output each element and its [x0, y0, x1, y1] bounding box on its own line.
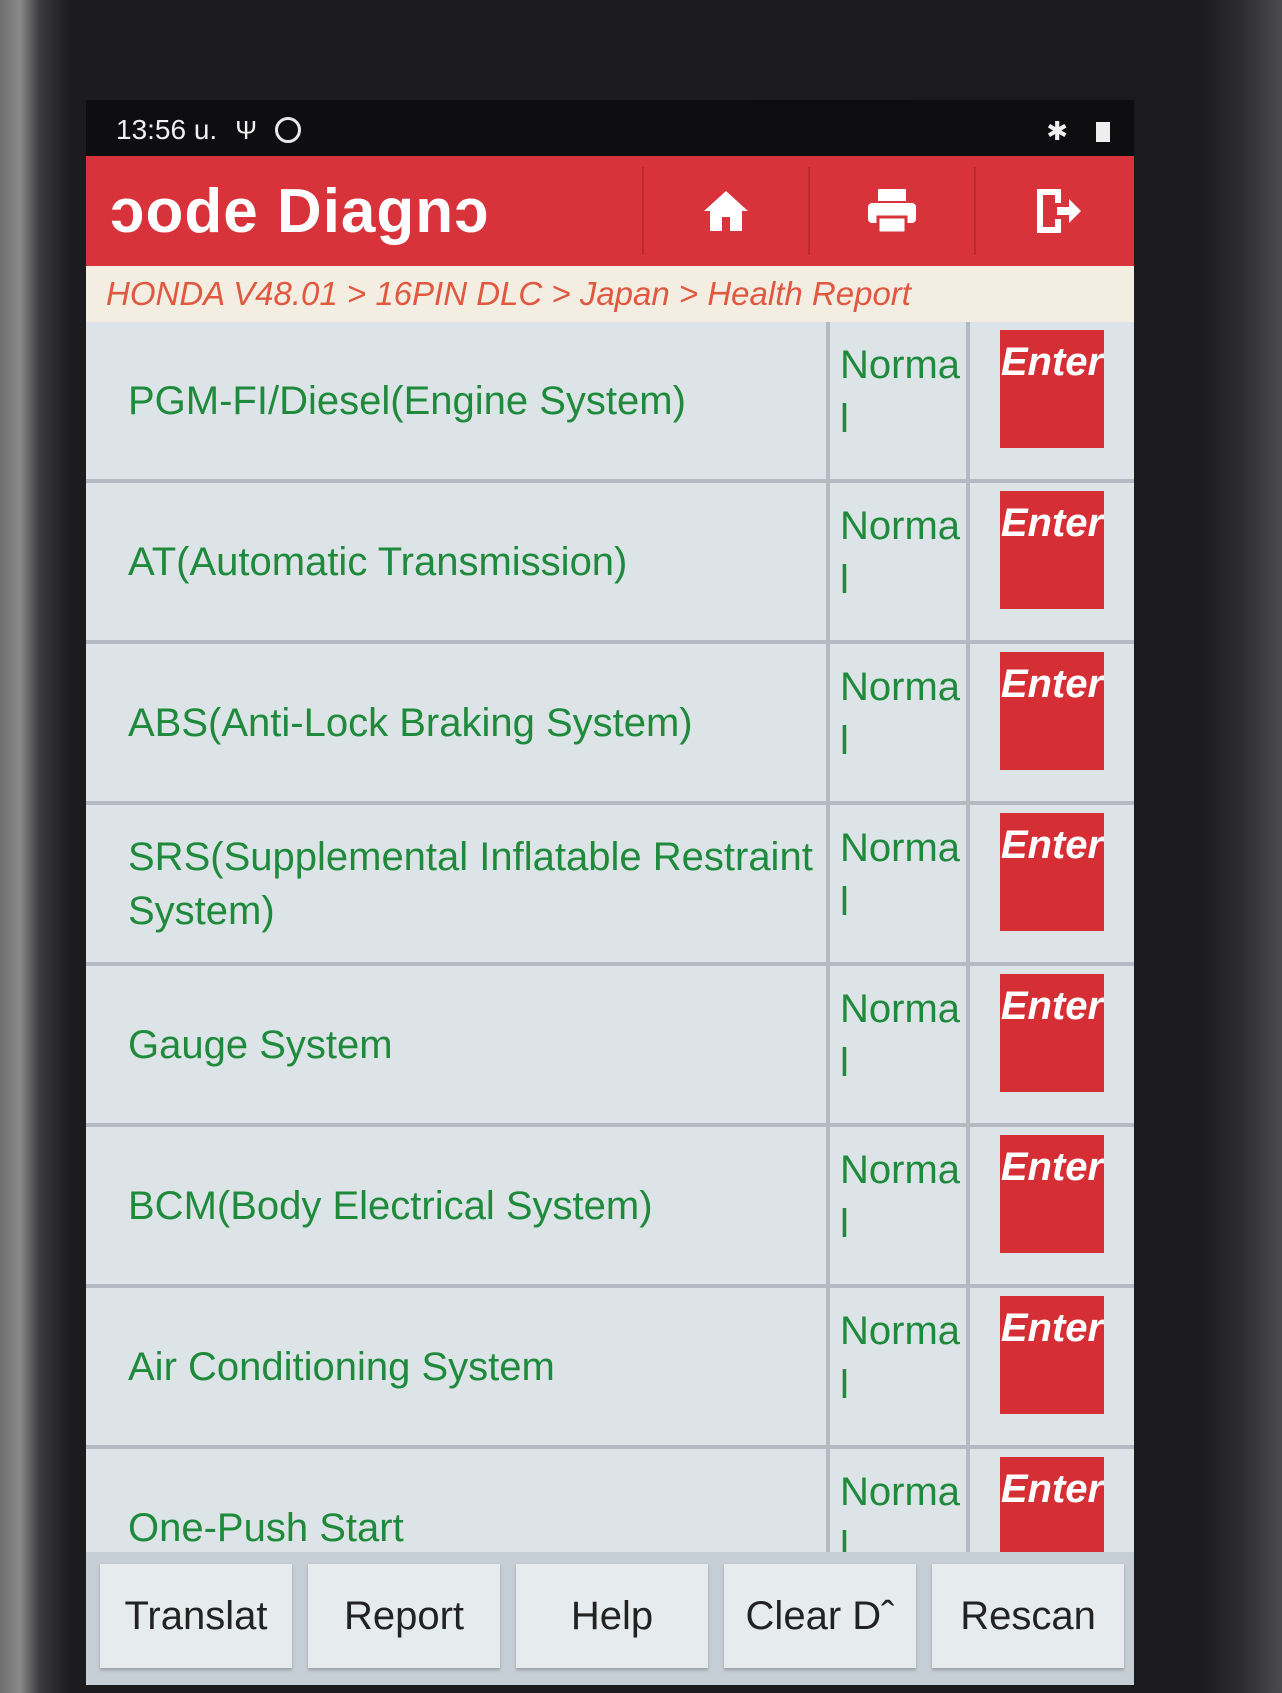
system-status: Normal	[830, 805, 970, 962]
enter-button[interactable]: Enter	[1000, 974, 1104, 1092]
tablet-device: 13:56 u. Ψ ✱ ɔode Diagnɔ HONDA V48.01 > …	[0, 0, 1282, 1693]
exit-button[interactable]	[974, 167, 1134, 255]
system-name: AT(Automatic Transmission)	[86, 483, 830, 640]
print-button[interactable]	[808, 167, 974, 255]
system-status: Normal	[830, 1127, 970, 1284]
system-status: Normal	[830, 322, 970, 479]
system-row: SRS(Supplemental Inflatable Restraint Sy…	[86, 805, 1134, 966]
system-row: BCM(Body Electrical System) Normal Enter	[86, 1127, 1134, 1288]
enter-button[interactable]: Enter	[1000, 813, 1104, 931]
system-row: PGM-FI/Diesel(Engine System) Normal Ente…	[86, 322, 1134, 483]
home-icon	[704, 191, 748, 231]
system-name: BCM(Body Electrical System)	[86, 1127, 830, 1284]
usb-icon: Ψ	[235, 114, 257, 145]
page-title: ɔode Diagnɔ	[110, 176, 490, 246]
row-action-cell: Enter	[970, 966, 1134, 1123]
vpn-icon	[274, 117, 301, 143]
enter-button[interactable]: Enter	[1000, 1296, 1104, 1414]
system-status: Normal	[830, 1288, 970, 1445]
breadcrumb: HONDA V48.01 > 16PIN DLC > Japan > Healt…	[86, 266, 1134, 322]
system-status: Normal	[830, 966, 970, 1123]
enter-button[interactable]: Enter	[1000, 652, 1104, 770]
app-header: ɔode Diagnɔ	[86, 156, 1134, 266]
clock: 13:56 u.	[116, 114, 218, 145]
system-list[interactable]: PGM-FI/Diesel(Engine System) Normal Ente…	[86, 322, 1134, 1552]
row-action-cell: Enter	[970, 483, 1134, 640]
system-status: Normal	[830, 644, 970, 801]
system-name: Air Conditioning System	[86, 1288, 830, 1445]
row-action-cell: Enter	[970, 1288, 1134, 1445]
row-action-cell: Enter	[970, 1449, 1134, 1552]
help-button[interactable]: Help	[516, 1564, 708, 1668]
system-name: SRS(Supplemental Inflatable Restraint Sy…	[86, 805, 830, 962]
system-row: Gauge System Normal Enter	[86, 966, 1134, 1127]
battery-icon	[1096, 121, 1110, 142]
enter-button[interactable]: Enter	[1000, 1135, 1104, 1253]
system-name: PGM-FI/Diesel(Engine System)	[86, 322, 830, 479]
enter-button[interactable]: Enter	[1000, 1457, 1104, 1552]
row-action-cell: Enter	[970, 644, 1134, 801]
bluetooth-icon: ✱	[1046, 116, 1068, 146]
system-name: Gauge System	[86, 966, 830, 1123]
system-name: One-Push Start	[86, 1449, 830, 1552]
screen: 13:56 u. Ψ ✱ ɔode Diagnɔ HONDA V48.01 > …	[86, 100, 1134, 1685]
system-row: ABS(Anti-Lock Braking System) Normal Ent…	[86, 644, 1134, 805]
report-button[interactable]: Report	[308, 1564, 500, 1668]
status-left: 13:56 u. Ψ	[116, 114, 301, 146]
row-action-cell: Enter	[970, 1127, 1134, 1284]
system-row: Air Conditioning System Normal Enter	[86, 1288, 1134, 1449]
status-bar: 13:56 u. Ψ ✱	[86, 100, 1134, 156]
system-status: Normal	[830, 483, 970, 640]
print-icon	[868, 189, 916, 235]
system-name: ABS(Anti-Lock Braking System)	[86, 644, 830, 801]
row-action-cell: Enter	[970, 805, 1134, 962]
system-row: One-Push Start Normal Enter	[86, 1449, 1134, 1552]
status-right: ✱	[1046, 116, 1110, 147]
translate-button[interactable]: Translat	[100, 1564, 292, 1668]
enter-button[interactable]: Enter	[1000, 330, 1104, 448]
bottom-toolbar: Translat Report Help Clear Dˆ Rescan	[86, 1552, 1134, 1685]
system-row: AT(Automatic Transmission) Normal Enter	[86, 483, 1134, 644]
row-action-cell: Enter	[970, 322, 1134, 479]
enter-button[interactable]: Enter	[1000, 491, 1104, 609]
rescan-button[interactable]: Rescan	[932, 1564, 1124, 1668]
system-status: Normal	[830, 1449, 970, 1552]
home-button[interactable]	[642, 167, 808, 255]
clear-dtc-button[interactable]: Clear Dˆ	[724, 1564, 916, 1668]
exit-icon	[1037, 189, 1081, 233]
